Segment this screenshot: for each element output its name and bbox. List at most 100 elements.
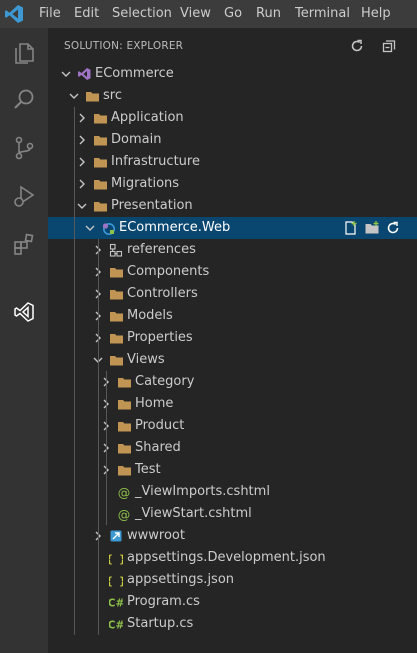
tree-item[interactable]: { } appsettings.json (48, 569, 417, 591)
tree-item[interactable]: Home (48, 393, 417, 415)
chevron-right-icon[interactable] (76, 134, 88, 146)
tree-item[interactable]: @ _ViewImports.cshtml (48, 481, 417, 503)
json-file-icon: { } (109, 553, 123, 566)
tree-item[interactable]: Category (48, 371, 417, 393)
run-debug-icon[interactable] (0, 172, 48, 220)
tree-item[interactable]: Application (48, 107, 417, 129)
tree-item-label: Components (127, 264, 210, 279)
folder-icon (94, 158, 107, 168)
tree-item[interactable]: Models (48, 305, 417, 327)
tree-item[interactable]: Controllers (48, 283, 417, 305)
refresh-icon[interactable] (349, 38, 365, 54)
tree-item-label: Presentation (111, 198, 193, 213)
solution-icon (78, 68, 91, 80)
tree-item[interactable]: references (48, 239, 417, 261)
tree-item-label: appsettings.Development.json (127, 550, 326, 565)
tree-item[interactable]: C# Startup.cs (48, 613, 417, 635)
source-control-icon[interactable] (0, 124, 48, 172)
tree-item[interactable]: src (48, 85, 417, 107)
tree-item-label: Test (135, 462, 161, 477)
chevron-down-icon[interactable] (76, 200, 88, 212)
tree-item[interactable]: Domain (48, 129, 417, 151)
tree-item-label: _ViewImports.cshtml (135, 484, 270, 499)
razor-file-icon: @ (118, 507, 131, 521)
refresh-icon[interactable] (385, 220, 401, 236)
tree-item-label: ECommerce (95, 66, 174, 81)
svg-text:C#: C# (109, 598, 123, 610)
tree-item-label: src (103, 88, 122, 103)
new-file-icon[interactable] (343, 220, 359, 236)
chevron-right-icon[interactable] (76, 156, 88, 168)
tree-item[interactable]: wwwroot (48, 525, 417, 547)
tree-item[interactable]: Migrations (48, 173, 417, 195)
search-icon[interactable] (0, 76, 48, 124)
tree-item-label: Views (127, 352, 165, 367)
menu-selection[interactable]: Selection (112, 6, 172, 21)
menu-view[interactable]: View (180, 6, 211, 21)
tree-item-label: Controllers (127, 286, 198, 301)
tree-item[interactable]: ECommerce.Web (48, 217, 417, 239)
tree-item-label: Startup.cs (127, 616, 194, 631)
web-project-icon (102, 223, 115, 235)
folder-icon (118, 466, 131, 476)
folder-icon (118, 422, 131, 432)
folder-icon (94, 114, 107, 124)
folder-icon (110, 290, 123, 300)
tree-item[interactable]: ECommerce (48, 63, 417, 85)
json-file-icon: { } (109, 575, 123, 588)
svg-text:C#: C# (109, 620, 123, 632)
menu-terminal[interactable]: Terminal (295, 6, 350, 21)
menu-run[interactable]: Run (256, 6, 281, 21)
menu-help[interactable]: Help (361, 6, 391, 21)
tree-item-label: appsettings.json (127, 572, 235, 587)
chevron-down-icon[interactable] (84, 222, 96, 234)
tree-item[interactable]: Infrastructure (48, 151, 417, 173)
tree-item-label: Application (111, 110, 184, 125)
menu-bar: File Edit Selection View Go Run Terminal… (0, 0, 417, 28)
menu-edit[interactable]: Edit (74, 6, 99, 21)
folder-icon (86, 92, 99, 102)
tree-item[interactable]: Views (48, 349, 417, 371)
chevron-down-icon[interactable] (60, 68, 72, 80)
folder-icon (118, 378, 131, 388)
references-icon (109, 243, 123, 257)
indent-guide (98, 239, 99, 635)
razor-file-icon: @ (118, 485, 131, 499)
tree-item[interactable]: Presentation (48, 195, 417, 217)
tree-item-label: Program.cs (127, 594, 200, 609)
new-folder-icon[interactable] (364, 220, 380, 236)
tree-item[interactable]: Shared (48, 437, 417, 459)
tree-item[interactable]: Components (48, 261, 417, 283)
csharp-file-icon: C# (109, 620, 123, 632)
folder-icon (94, 180, 107, 190)
solution-explorer-icon[interactable] (0, 288, 48, 336)
folder-icon (110, 312, 123, 322)
svg-text:{ }: { } (109, 575, 123, 588)
tree-item-label: Category (135, 374, 195, 389)
tree-item[interactable]: C# Program.cs (48, 591, 417, 613)
tree-item[interactable]: Product (48, 415, 417, 437)
tree-item[interactable]: Properties (48, 327, 417, 349)
menu-file[interactable]: File (39, 6, 61, 21)
tree-item-label: Domain (111, 132, 162, 147)
folder-icon (94, 136, 107, 146)
chevron-right-icon[interactable] (76, 112, 88, 124)
tree-item[interactable]: { } appsettings.Development.json (48, 547, 417, 569)
svg-text:@: @ (118, 507, 131, 521)
collapse-all-icon[interactable] (381, 38, 397, 54)
activity-bar (0, 28, 48, 653)
tree-item-label: Product (135, 418, 185, 433)
tree-item-label: Migrations (111, 176, 180, 191)
tree-item[interactable]: @ _ViewStart.cshtml (48, 503, 417, 525)
chevron-right-icon[interactable] (76, 178, 88, 190)
tree-item-label: wwwroot (127, 528, 185, 543)
explorer-icon[interactable] (0, 28, 48, 76)
vscode-logo-icon[interactable] (4, 4, 24, 24)
tree-item-label: ECommerce.Web (119, 220, 231, 235)
svg-text:@: @ (118, 485, 131, 499)
chevron-down-icon[interactable] (68, 90, 80, 102)
extensions-icon[interactable] (0, 220, 48, 268)
folder-icon (94, 202, 107, 212)
menu-go[interactable]: Go (224, 6, 242, 21)
tree-item[interactable]: Test (48, 459, 417, 481)
